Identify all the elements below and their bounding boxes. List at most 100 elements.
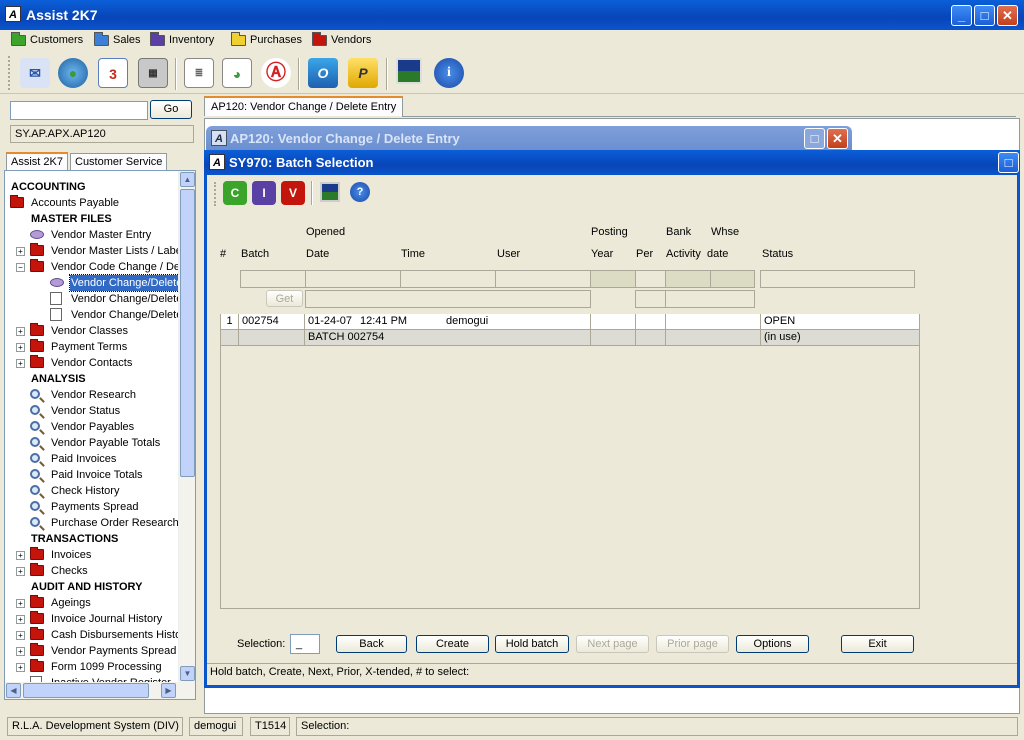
- expand-icon[interactable]: +: [16, 551, 25, 560]
- scroll-down-icon[interactable]: ▼: [180, 666, 195, 681]
- scroll-up-icon[interactable]: ▲: [180, 172, 195, 187]
- publisher-icon[interactable]: P: [348, 58, 378, 88]
- report-chart-icon[interactable]: ◕: [222, 58, 252, 88]
- filter-activity[interactable]: [665, 270, 711, 288]
- get-button[interactable]: Get: [266, 290, 303, 307]
- app-logo-icon: A: [211, 130, 227, 146]
- filter-date[interactable]: [305, 270, 401, 288]
- info-batch-icon[interactable]: I: [252, 181, 276, 205]
- menu-inventory[interactable]: Inventory: [150, 32, 214, 48]
- menu-vendors[interactable]: Vendors: [312, 32, 371, 48]
- prior-page-button[interactable]: Prior page: [656, 635, 729, 653]
- expand-icon[interactable]: +: [16, 663, 25, 672]
- row-status: (in use): [764, 331, 801, 343]
- tab-assist[interactable]: Assist 2K7: [6, 152, 68, 171]
- mail-icon[interactable]: ✉: [20, 58, 50, 88]
- next-page-button[interactable]: Next page: [576, 635, 649, 653]
- back-button[interactable]: Back: [336, 635, 407, 653]
- image-icon[interactable]: [396, 58, 422, 84]
- tree-item-label: MASTER FILES: [31, 213, 112, 225]
- row-status: OPEN: [764, 315, 796, 327]
- selection-input[interactable]: _: [290, 634, 320, 654]
- scroll-thumb[interactable]: [180, 189, 195, 477]
- tree-item-label: Form 1099 Processing: [51, 661, 162, 673]
- tree-vertical-scrollbar[interactable]: ▲ ▼: [178, 171, 195, 683]
- tree-item-label: Payment Terms: [51, 341, 128, 353]
- program-path: SY.AP.APX.AP120: [10, 125, 194, 143]
- exit-button[interactable]: Exit: [841, 635, 914, 653]
- header-date: Date: [306, 248, 330, 260]
- filter-activity-2[interactable]: [665, 290, 755, 308]
- info-icon[interactable]: i: [434, 58, 464, 88]
- filter-description[interactable]: [305, 290, 591, 308]
- tree-item-label: Vendor Payables: [51, 421, 135, 433]
- window-title: Assist 2K7: [26, 7, 98, 23]
- search-input[interactable]: [10, 101, 148, 120]
- tree-horizontal-scrollbar[interactable]: ◀ ▶: [5, 682, 195, 699]
- toolbar: ✉ ● 3 ▦ ≣ ◕ Ⓐ O P i: [0, 52, 1024, 94]
- filter-user[interactable]: [495, 270, 591, 288]
- expand-icon[interactable]: +: [16, 615, 25, 624]
- row-per: [636, 314, 666, 330]
- filter-whse-date[interactable]: [710, 270, 755, 288]
- globe-icon[interactable]: ●: [58, 58, 88, 88]
- view-batch-icon[interactable]: V: [281, 181, 305, 205]
- menu-purchases[interactable]: Purchases: [231, 32, 302, 48]
- tree-item-label: Vendor Master Entry: [51, 229, 152, 241]
- expand-icon[interactable]: +: [16, 647, 25, 656]
- menu-sales[interactable]: Sales: [94, 32, 141, 48]
- header-batch: Batch: [241, 248, 270, 260]
- expand-icon[interactable]: +: [16, 567, 25, 576]
- magnifier-icon: [30, 405, 40, 415]
- table-row[interactable]: BATCH 002754 (in use): [221, 330, 919, 346]
- collapse-icon[interactable]: −: [16, 263, 25, 272]
- expand-icon[interactable]: +: [16, 631, 25, 640]
- hscroll-thumb[interactable]: [23, 683, 149, 698]
- scroll-left-icon[interactable]: ◀: [6, 683, 21, 698]
- maximize-icon[interactable]: □: [804, 128, 825, 149]
- toolbar-grip[interactable]: [214, 182, 217, 206]
- help-icon[interactable]: ?: [350, 182, 370, 202]
- tab-customer-service[interactable]: Customer Service: [70, 153, 168, 171]
- filter-per[interactable]: [635, 270, 666, 288]
- folder-icon: [30, 563, 44, 576]
- tab-ap120[interactable]: AP120: Vendor Change / Delete Entry: [204, 96, 404, 116]
- expand-icon[interactable]: +: [16, 359, 25, 368]
- row-user: demogui: [443, 314, 591, 330]
- close-icon[interactable]: ✕: [827, 128, 848, 149]
- folder-icon: [94, 32, 109, 46]
- document-icon[interactable]: ≣: [184, 58, 214, 88]
- acrobat-icon[interactable]: Ⓐ: [261, 58, 291, 88]
- close-icon[interactable]: ✕: [997, 5, 1018, 26]
- options-button[interactable]: Options: [736, 635, 809, 653]
- create-button[interactable]: Create: [416, 635, 489, 653]
- filter-status[interactable]: [760, 270, 915, 288]
- hold-batch-button[interactable]: Hold batch: [495, 635, 569, 653]
- expand-icon[interactable]: +: [16, 343, 25, 352]
- maximize-icon[interactable]: □: [974, 5, 995, 26]
- expand-icon[interactable]: +: [16, 247, 25, 256]
- menu-customers[interactable]: Customers: [11, 32, 83, 48]
- table-row[interactable]: 1 002754 01-24-07 12:41 PM demogui OPEN: [221, 314, 919, 330]
- image-icon[interactable]: [320, 182, 340, 202]
- minimize-icon[interactable]: _: [951, 5, 972, 26]
- filter-year[interactable]: [590, 270, 636, 288]
- create-batch-icon[interactable]: C: [223, 181, 247, 205]
- menu-bar: Customers Sales Inventory Purchases Vend…: [0, 30, 1024, 50]
- outlook-icon[interactable]: O: [308, 58, 338, 88]
- status-user: demogui: [189, 717, 243, 736]
- scroll-right-icon[interactable]: ▶: [161, 683, 176, 698]
- toolbar-separator: [386, 58, 388, 90]
- filter-batch[interactable]: [240, 270, 306, 288]
- calculator-icon[interactable]: ▦: [138, 58, 168, 88]
- calendar-icon[interactable]: 3: [98, 58, 128, 88]
- maximize-icon[interactable]: □: [998, 152, 1019, 173]
- toolbar-grip[interactable]: [8, 56, 11, 90]
- expand-icon[interactable]: +: [16, 599, 25, 608]
- batch-window-title: SY970: Batch Selection: [229, 155, 374, 170]
- filter-time[interactable]: [400, 270, 496, 288]
- filter-per-2[interactable]: [635, 290, 666, 308]
- row-year: [591, 314, 636, 330]
- expand-icon[interactable]: +: [16, 327, 25, 336]
- go-button[interactable]: Go: [150, 100, 192, 119]
